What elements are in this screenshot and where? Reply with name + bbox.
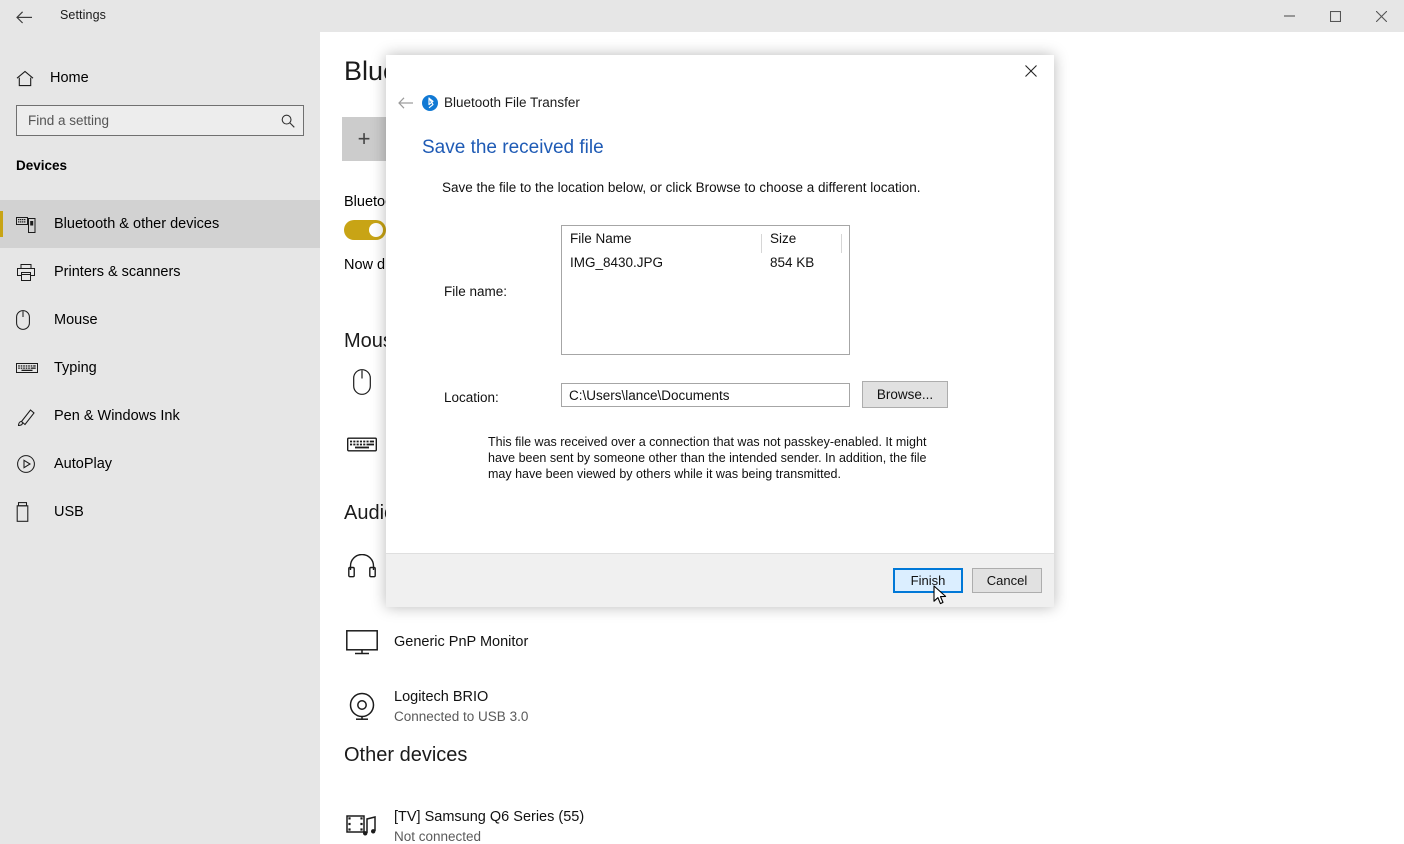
add-device-button[interactable]: +: [342, 117, 386, 161]
search-icon[interactable]: [273, 114, 303, 128]
dialog-footer: Finish Cancel: [386, 553, 1054, 607]
device-status: Not connected: [394, 829, 482, 844]
location-input[interactable]: [561, 383, 850, 407]
mouse-icon: [16, 310, 48, 330]
sidebar-item-label: Mouse: [54, 312, 98, 328]
window-controls: [1266, 0, 1404, 32]
dialog-close-button[interactable]: [1008, 55, 1054, 87]
keyboard-icon: [340, 422, 384, 466]
cell-file-name: IMG_8430.JPG: [570, 254, 664, 270]
sidebar-item-home[interactable]: Home: [0, 60, 320, 96]
file-list[interactable]: File Name Size IMG_8430.JPG 854 KB: [561, 225, 850, 355]
device-name: Logitech BRIO: [394, 689, 489, 705]
toggle-knob: [369, 223, 383, 237]
bluetooth-devices-icon: [16, 215, 48, 233]
bluetooth-toggle[interactable]: [344, 220, 386, 240]
monitor-icon: [340, 620, 384, 664]
finish-button[interactable]: Finish: [893, 568, 963, 593]
sidebar-item-mouse[interactable]: Mouse: [0, 296, 320, 344]
file-list-row[interactable]: IMG_8430.JPG 854 KB: [562, 251, 849, 273]
device-name: Generic PnP Monitor: [394, 634, 529, 650]
sidebar-item-label: Typing: [54, 360, 97, 376]
sidebar-home-label: Home: [50, 70, 89, 86]
webcam-icon: [340, 684, 384, 728]
autoplay-icon: [16, 454, 48, 474]
pen-icon: [16, 407, 48, 426]
search-box[interactable]: [16, 105, 304, 136]
mouse-icon: [340, 360, 384, 404]
file-list-header: File Name Size: [562, 226, 849, 253]
dialog-back-arrow-icon[interactable]: [393, 90, 419, 116]
sidebar-item-autoplay[interactable]: AutoPlay: [0, 440, 320, 488]
search-input[interactable]: [17, 112, 273, 129]
sidebar-item-pen-and-windows-ink[interactable]: Pen & Windows Ink: [0, 392, 320, 440]
dialog-heading: Save the received file: [422, 137, 604, 158]
sidebar-item-label: Bluetooth & other devices: [54, 216, 220, 232]
passkey-warning-text: This file was received over a connection…: [488, 435, 927, 481]
file-name-label: File name:: [444, 284, 508, 299]
sidebar-item-usb[interactable]: USB: [0, 488, 320, 536]
sidebar-item-bluetooth-and-other-devices[interactable]: Bluetooth & other devices: [0, 200, 320, 248]
printer-icon: [16, 263, 48, 282]
media-device-icon: [340, 804, 384, 844]
device-row[interactable]: [340, 360, 384, 404]
dialog-intro-text: Save the file to the location below, or …: [442, 180, 921, 195]
keyboard-icon: [16, 361, 48, 375]
device-info: Generic PnP Monitor: [394, 633, 528, 651]
device-row[interactable]: [TV] Samsung Q6 Series (55) Not connecte…: [340, 804, 584, 844]
maximize-button[interactable]: [1312, 0, 1358, 32]
sidebar-item-label: AutoPlay: [54, 456, 113, 472]
bluetooth-file-transfer-dialog: Bluetooth File Transfer Save the receive…: [386, 55, 1054, 607]
window-title: Settings: [60, 8, 106, 22]
device-info: [TV] Samsung Q6 Series (55) Not connecte…: [394, 808, 584, 844]
usb-icon: [16, 502, 48, 522]
back-arrow-icon[interactable]: [10, 6, 38, 28]
sidebar-group-title: Devices: [16, 158, 68, 173]
sidebar-item-typing[interactable]: Typing: [0, 344, 320, 392]
device-row[interactable]: Generic PnP Monitor: [340, 620, 528, 664]
sidebar-nav-list: Bluetooth & other devices Printers & sca…: [0, 200, 320, 536]
bluetooth-icon: [422, 95, 438, 111]
headphones-icon: [340, 544, 384, 588]
minimize-button[interactable]: [1266, 0, 1312, 32]
sidebar-item-printers-and-scanners[interactable]: Printers & scanners: [0, 248, 320, 296]
sidebar-item-label: Pen & Windows Ink: [54, 408, 180, 424]
cancel-button[interactable]: Cancel: [972, 568, 1042, 593]
device-info: Logitech BRIO Connected to USB 3.0: [394, 688, 528, 724]
column-header-size[interactable]: Size: [762, 231, 842, 253]
device-name: [TV] Samsung Q6 Series (55): [394, 809, 585, 825]
device-row[interactable]: [340, 422, 384, 466]
device-status: Connected to USB 3.0: [394, 709, 529, 724]
location-label: Location:: [444, 390, 499, 405]
cell-file-size: 854 KB: [770, 254, 815, 270]
section-heading-other-devices: Other devices: [344, 744, 468, 766]
browse-button[interactable]: Browse...: [862, 381, 948, 408]
plus-icon: +: [357, 126, 371, 151]
close-button[interactable]: [1358, 0, 1404, 32]
mouse-cursor: [933, 585, 949, 607]
sidebar: Home Devices: [0, 32, 320, 844]
sidebar-item-label: USB: [54, 504, 84, 520]
device-row[interactable]: [340, 544, 384, 588]
sidebar-item-label: Printers & scanners: [54, 264, 181, 280]
dialog-app-title: Bluetooth File Transfer: [444, 95, 580, 110]
device-row[interactable]: Logitech BRIO Connected to USB 3.0: [340, 684, 528, 728]
title-bar: Settings: [0, 0, 1404, 32]
home-icon: [16, 70, 46, 87]
column-header-file-name[interactable]: File Name: [562, 231, 762, 253]
